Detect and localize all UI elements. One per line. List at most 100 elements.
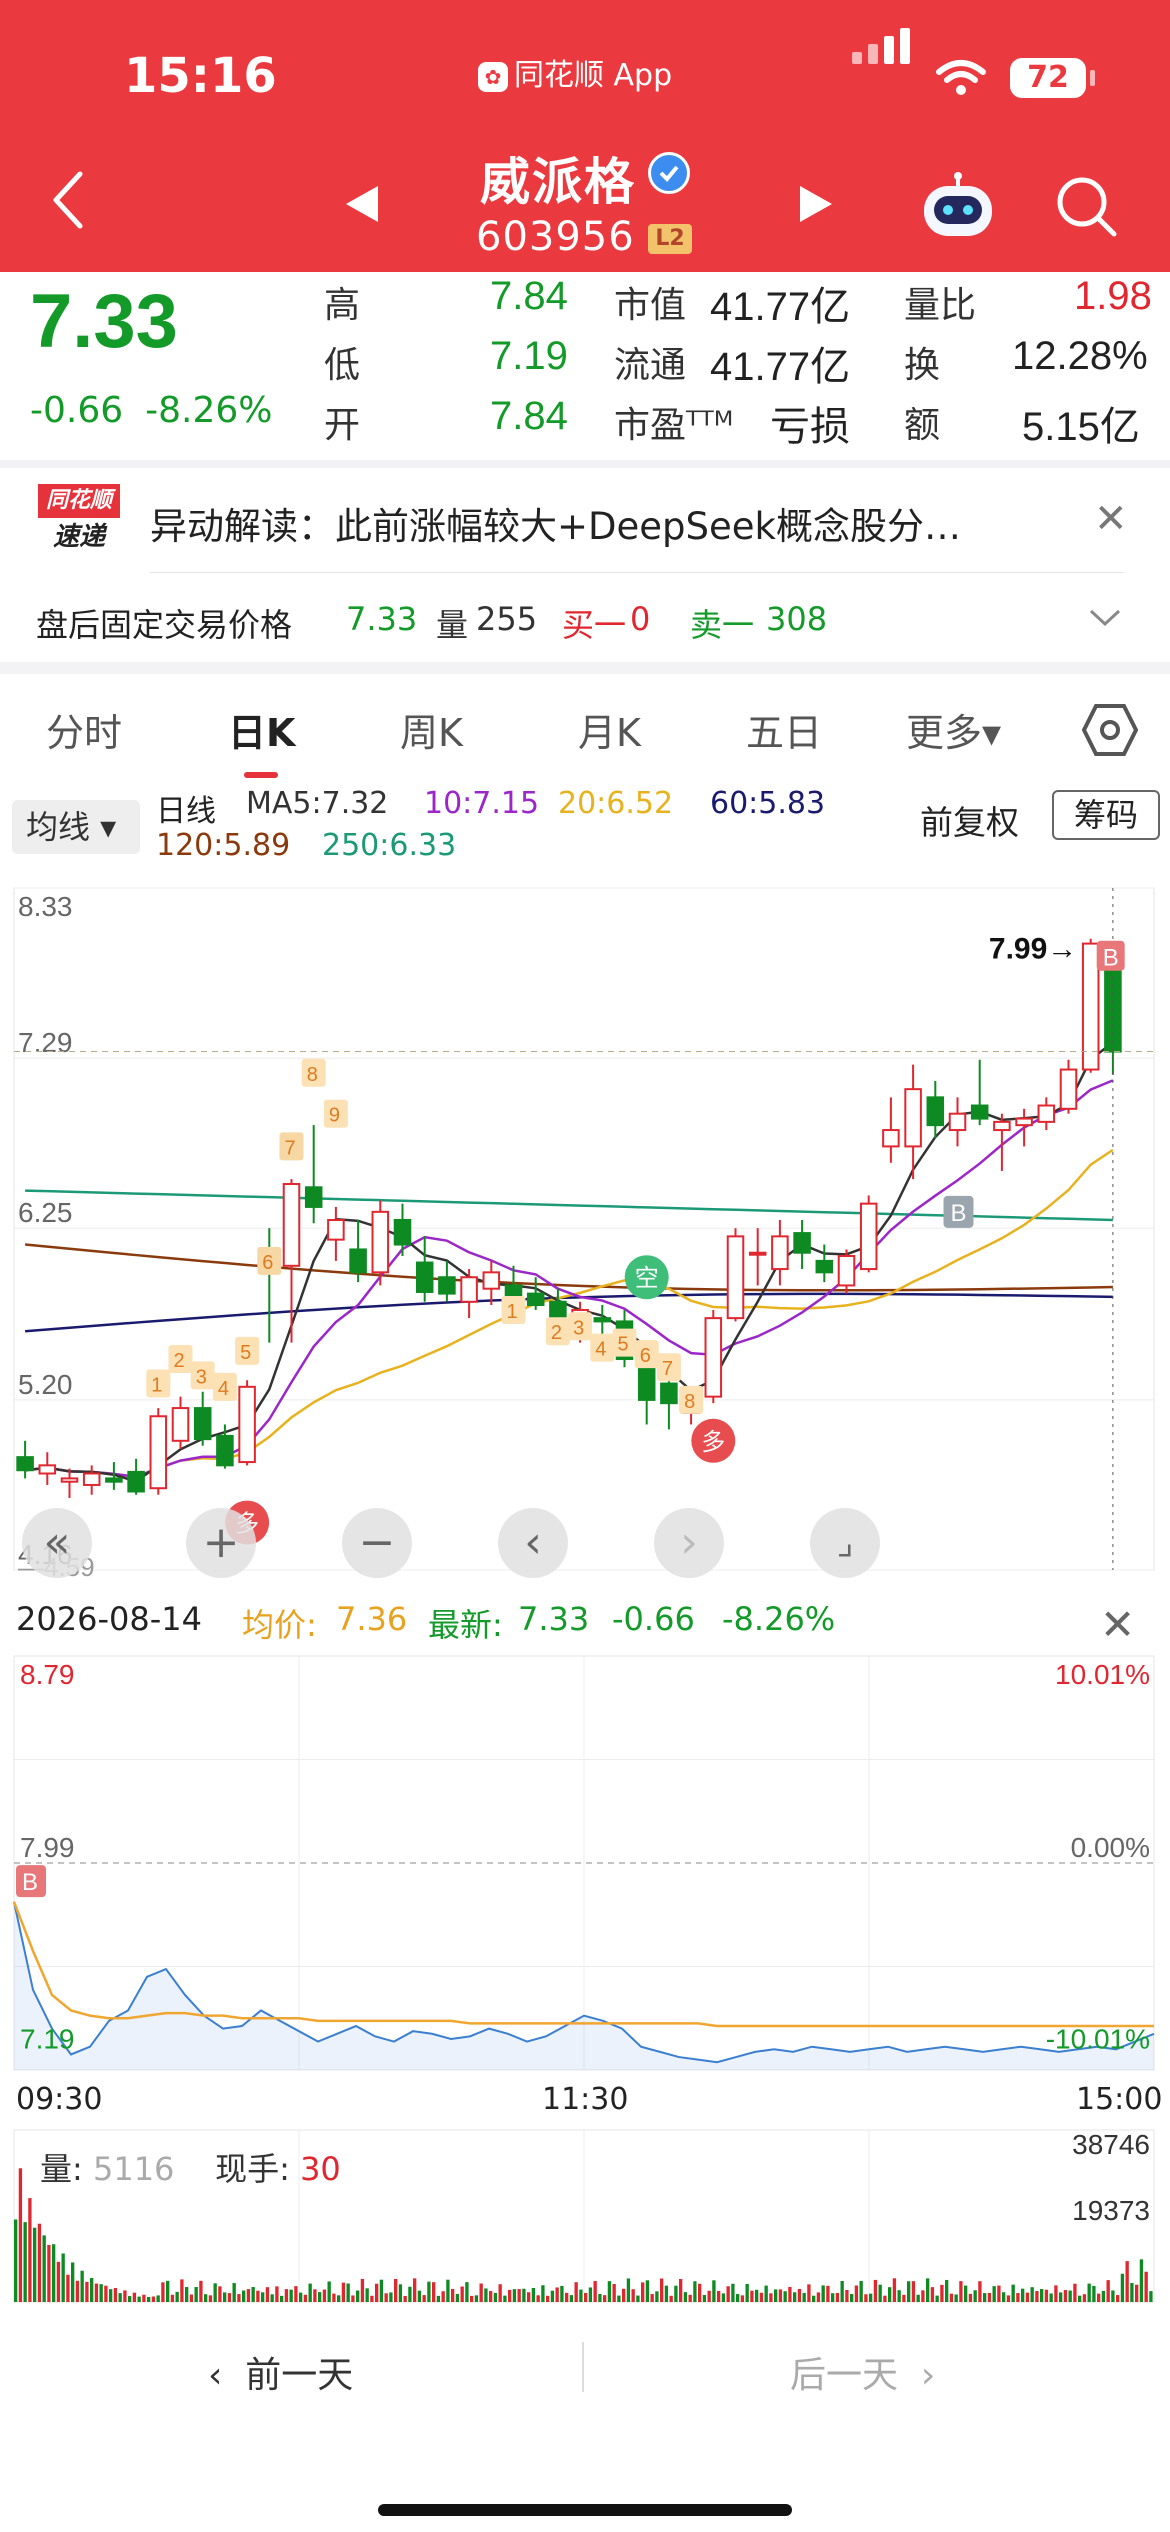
avg-price-label: 均价: <box>242 1606 317 1644</box>
zoom-out-icon[interactable]: − <box>342 1508 412 1578</box>
intraday-chart[interactable]: 8.79 7.99 7.19 10.01% 0.00% -10.01% B <box>0 1648 1170 2078</box>
volume-ratio-label: 量比 <box>904 285 977 326</box>
volume-bar <box>123 2290 127 2302</box>
candle-body <box>105 1477 123 1483</box>
volume-bar <box>246 2289 251 2302</box>
volume-bar <box>721 2293 726 2302</box>
volume-bar <box>432 2282 436 2302</box>
volume-bar <box>337 2295 341 2302</box>
volume-bar <box>151 2296 156 2302</box>
search-icon[interactable] <box>1054 174 1118 238</box>
volume-bar <box>945 2279 949 2302</box>
volume-bar <box>930 2287 935 2302</box>
volume-bar <box>926 2278 930 2302</box>
chevron-down-icon[interactable] <box>1088 606 1122 630</box>
open-label: 开 <box>324 405 361 446</box>
close-icon[interactable]: ✕ <box>1094 496 1128 542</box>
volume-bar <box>180 2279 184 2302</box>
after-hours-vol-label: 量 <box>436 606 469 644</box>
tab-intraday[interactable]: 分时 <box>46 702 122 757</box>
volume-bar <box>223 2292 227 2302</box>
volume-bar <box>261 2292 265 2302</box>
chevron-right-icon[interactable]: › <box>654 1508 724 1578</box>
chevron-left-icon[interactable]: ‹ <box>498 1508 568 1578</box>
candle-body <box>149 1415 168 1490</box>
next-day-button[interactable]: 后一天 › <box>790 2346 935 2398</box>
news-headline[interactable]: 异动解读：此前涨幅较大+DeepSeek概念股分… <box>150 496 961 550</box>
chips-button[interactable]: 筹码 <box>1052 790 1160 840</box>
volume-bar <box>493 2292 498 2302</box>
prev-stock-button[interactable] <box>346 186 378 222</box>
news-banner[interactable]: 同花顺 速递 异动解读：此前涨幅较大+DeepSeek概念股分… ✕ <box>0 468 1170 572</box>
kline-chart[interactable]: 8.337.296.255.204.167.99→B—4.59123456789… <box>0 870 1170 1580</box>
zoom-in-icon[interactable]: + <box>186 1508 256 1578</box>
volume-bar <box>1049 2293 1053 2302</box>
bid-label: 买一 <box>562 606 627 644</box>
robot-assistant-icon[interactable] <box>918 172 998 242</box>
kline-svg[interactable]: 8.337.296.255.204.167.99→B—4.59123456789… <box>0 870 1170 1580</box>
candle-body <box>526 1292 545 1307</box>
tab-more[interactable]: 更多▾ <box>906 702 1001 757</box>
home-indicator[interactable] <box>378 2504 792 2516</box>
time-end: 15:00 <box>1076 2082 1163 2117</box>
tab-five-day[interactable]: 五日 <box>746 702 822 757</box>
volume-bar <box>617 2295 621 2302</box>
fullscreen-icon[interactable]: ⌟ <box>810 1508 880 1578</box>
volume-bar <box>968 2293 973 2302</box>
volume-bar <box>356 2290 360 2302</box>
app-label: ✿ 同花顺 App <box>478 50 672 94</box>
prev-day-button[interactable]: ‹ 前一天 <box>208 2346 353 2398</box>
volume-bar <box>128 2296 132 2302</box>
back-icon[interactable] <box>48 170 88 230</box>
candle-body <box>415 1261 434 1293</box>
status-time: 15:16 <box>124 48 277 104</box>
volume-bar <box>688 2294 692 2302</box>
next-stock-button[interactable] <box>800 186 832 222</box>
amount-label: 额 <box>904 405 941 446</box>
kline-y-tick: 6.25 <box>18 1197 73 1228</box>
price-adjust-button[interactable]: 前复权 <box>920 796 1019 844</box>
after-hours-row[interactable]: 盘后固定交易价格 7.33 量 255 买一 0 卖一 308 <box>0 584 1170 660</box>
volume-bar <box>508 2289 512 2302</box>
wifi-icon <box>936 60 986 95</box>
time-mid: 11:30 <box>542 2082 629 2117</box>
volume-bar <box>341 2282 346 2302</box>
volume-bar <box>327 2281 331 2302</box>
volume-bar <box>275 2286 279 2302</box>
candle-body <box>1037 1104 1056 1123</box>
sequence-number: 2 <box>551 1322 562 1344</box>
intraday-svg[interactable]: 8.79 7.99 7.19 10.01% 0.00% -10.01% B <box>0 1648 1170 2078</box>
volume-bar <box>797 2288 802 2302</box>
volume-bar <box>783 2291 787 2302</box>
volume-bar <box>916 2294 920 2302</box>
close-icon[interactable]: ✕ <box>1100 1600 1135 1649</box>
volume-bar <box>593 2281 597 2302</box>
tab-monthly-k[interactable]: 月K <box>578 702 641 757</box>
volume-bar <box>346 2283 350 2302</box>
volume-bar <box>755 2289 759 2302</box>
tab-weekly-k[interactable]: 周K <box>400 702 463 757</box>
volume-bar <box>42 2235 46 2302</box>
volume-bar <box>47 2244 51 2302</box>
indicator-select[interactable]: 均线 ▾ <box>12 800 140 854</box>
market-cap-value: 41.77亿 <box>710 285 851 329</box>
volume-bar <box>959 2281 963 2302</box>
settings-hexagon-icon[interactable] <box>1082 702 1138 758</box>
candle-body <box>82 1472 101 1486</box>
volume-bar <box>375 2283 379 2302</box>
volume-bar <box>194 2286 198 2302</box>
volume-bar <box>555 2287 559 2302</box>
volume-bar <box>992 2286 996 2302</box>
candle-body <box>593 1317 612 1323</box>
volume-bar <box>935 2295 939 2302</box>
volume-bar <box>422 2295 426 2302</box>
volume-bar <box>954 2294 958 2302</box>
level2-badge[interactable]: L2 <box>648 224 692 254</box>
candle-body <box>882 1129 900 1148</box>
volume-bar <box>156 2295 160 2302</box>
tab-daily-k[interactable]: 日K <box>228 702 295 757</box>
candle-body <box>726 1235 745 1320</box>
volume-bar <box>622 2288 626 2302</box>
rewind-icon[interactable]: « <box>22 1508 92 1578</box>
divider <box>150 572 1124 573</box>
